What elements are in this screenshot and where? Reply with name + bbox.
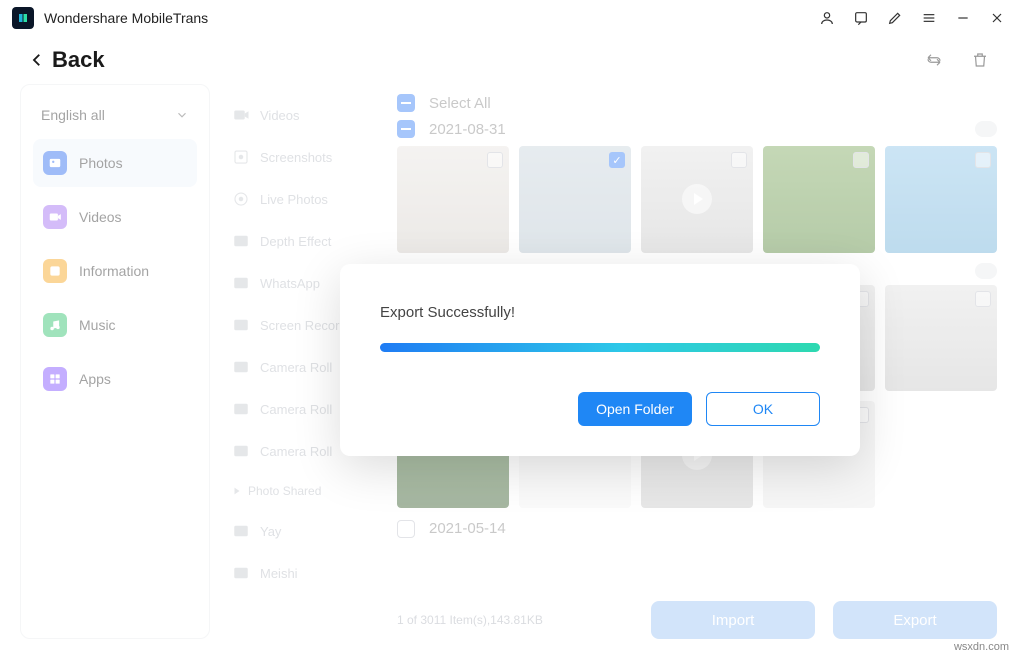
trash-icon[interactable] [971,51,989,69]
album-item[interactable]: Screenshots [224,136,385,178]
selection-info: 1 of 3011 Item(s),143.81KB [397,613,543,627]
sidebar-item-videos[interactable]: Videos [33,193,197,241]
apps-icon [43,367,67,391]
app-logo-icon [12,7,34,29]
sidebar-item-label: Music [79,317,116,333]
count-badge [975,121,997,137]
sidebar-item-label: Videos [79,209,122,225]
sidebar-item-music[interactable]: Music [33,301,197,349]
photo-thumb[interactable] [641,146,753,253]
language-label: English all [41,107,105,123]
thumb-checkbox[interactable] [487,152,503,168]
photo-thumb[interactable] [397,146,509,253]
album-shared-header[interactable]: Photo Shared [224,472,385,510]
export-success-modal: Export Successfully! Open Folder OK [340,264,860,456]
photo-thumb[interactable] [885,146,997,253]
menu-icon[interactable] [921,10,937,26]
watermark: wsxdn.com [954,641,1009,653]
select-all-checkbox[interactable] [397,94,415,112]
thumbnail-grid [397,146,997,253]
export-button[interactable]: Export [833,601,997,639]
minimize-icon[interactable] [955,10,971,26]
primary-sidebar: English all Photos Videos Information Mu… [20,84,210,639]
album-item[interactable]: Live Photos [224,178,385,220]
thumb-checkbox[interactable] [609,152,625,168]
app-title: Wondershare MobileTrans [44,10,208,26]
ok-button[interactable]: OK [706,392,820,426]
date-label: 2021-08-31 [429,121,506,138]
photo-thumb[interactable] [519,146,631,253]
thumb-checkbox[interactable] [731,152,747,168]
open-folder-button[interactable]: Open Folder [578,392,692,426]
photo-thumb[interactable] [763,146,875,253]
photo-thumb[interactable] [885,285,997,392]
sidebar-item-label: Photos [79,155,123,171]
select-all-label: Select All [429,95,491,112]
header: Back [0,36,1017,84]
back-button[interactable]: Back [28,47,105,73]
back-label: Back [52,47,105,73]
information-icon [43,259,67,283]
progress-bar [380,343,820,352]
titlebar: Wondershare MobileTrans [0,0,1017,36]
sidebar-item-photos[interactable]: Photos [33,139,197,187]
user-icon[interactable] [819,10,835,26]
edit-icon[interactable] [887,10,903,26]
thumb-checkbox[interactable] [975,152,991,168]
close-icon[interactable] [989,10,1005,26]
photos-icon [43,151,67,175]
videos-icon [43,205,67,229]
footer: 1 of 3011 Item(s),143.81KB Import Export [397,593,997,639]
music-icon [43,313,67,337]
feedback-icon[interactable] [853,10,869,26]
count-badge [975,263,997,279]
date-group-row: 2021-08-31 [397,116,997,146]
album-item[interactable]: Depth Effect [224,220,385,262]
import-button[interactable]: Import [651,601,815,639]
sidebar-item-information[interactable]: Information [33,247,197,295]
language-selector[interactable]: English all [33,97,197,139]
play-icon [682,184,712,214]
sidebar-item-label: Apps [79,371,111,387]
sidebar-item-label: Information [79,263,149,279]
thumb-checkbox[interactable] [975,291,991,307]
album-item[interactable]: Meishi [224,552,385,594]
album-item[interactable]: Yay [224,510,385,552]
date-checkbox[interactable] [397,520,415,538]
chevron-down-icon [175,108,189,122]
date-group-row: 2021-05-14 [397,516,997,542]
date-checkbox[interactable] [397,120,415,138]
date-label: 2021-05-14 [429,520,506,537]
modal-title: Export Successfully! [380,304,820,321]
refresh-icon[interactable] [925,51,943,69]
thumb-checkbox[interactable] [853,152,869,168]
select-all-row: Select All [397,90,997,116]
sidebar-item-apps[interactable]: Apps [33,355,197,403]
album-item[interactable]: Videos [224,94,385,136]
